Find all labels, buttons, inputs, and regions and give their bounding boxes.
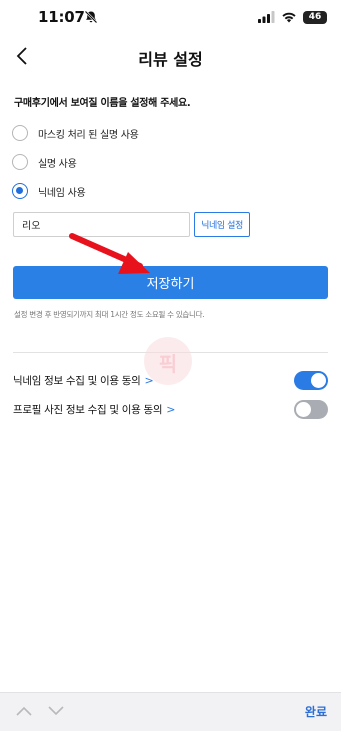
page-title: 리뷰 설정 xyxy=(138,50,203,69)
option-label: 실명 사용 xyxy=(38,158,77,170)
option-masked-real-name[interactable]: 마스킹 처리 된 실명 사용 xyxy=(12,122,139,144)
wifi-icon xyxy=(282,12,296,23)
consent-row-nickname: 닉네임 정보 수집 및 이용 동의 > xyxy=(13,369,329,391)
red-arrow-annotation xyxy=(69,233,150,274)
toggle-nickname-consent[interactable] xyxy=(294,371,328,390)
set-nickname-button[interactable]: 닉네임 설정 xyxy=(194,212,250,237)
radio-button-selected[interactable] xyxy=(12,183,28,199)
chevron-right-icon: > xyxy=(166,403,176,416)
instruction-text: 구매후기에서 보여질 이름을 설정해 주세요. xyxy=(14,98,191,109)
consent-link-nickname[interactable]: 닉네임 정보 수집 및 이용 동의 > xyxy=(13,373,154,388)
done-button[interactable]: 완료 xyxy=(305,703,327,720)
status-bar: 11:07 46 xyxy=(0,0,341,34)
option-nickname[interactable]: 닉네임 사용 xyxy=(12,180,86,202)
bell-muted-icon xyxy=(84,10,98,24)
radio-button[interactable] xyxy=(12,125,28,141)
battery-icon: 46 xyxy=(303,10,327,24)
status-time: 11:07 xyxy=(38,8,85,26)
status-icons: 46 xyxy=(258,9,327,25)
chevron-right-icon: > xyxy=(144,374,154,387)
chevron-down-icon[interactable] xyxy=(48,705,64,717)
radio-button[interactable] xyxy=(12,154,28,170)
consent-label: 닉네임 정보 수집 및 이용 동의 xyxy=(13,375,141,387)
option-real-name[interactable]: 실명 사용 xyxy=(12,151,77,173)
option-label: 닉네임 사용 xyxy=(38,187,86,199)
nav-bar: 리뷰 설정 xyxy=(0,34,341,78)
consent-row-profile-photo: 프로필 사진 정보 수집 및 이용 동의 > xyxy=(13,398,329,420)
signal-icon xyxy=(258,11,275,23)
keyboard-accessory-bar: 완료 xyxy=(0,692,341,731)
consent-link-profile-photo[interactable]: 프로필 사진 정보 수집 및 이용 동의 > xyxy=(13,402,175,417)
save-notice: 설정 변경 후 반영되기까지 최대 1시간 정도 소요될 수 있습니다. xyxy=(14,310,205,319)
chevron-up-icon[interactable] xyxy=(16,705,32,717)
option-label: 마스킹 처리 된 실명 사용 xyxy=(38,129,139,141)
toggle-profile-photo-consent[interactable] xyxy=(294,400,328,419)
consent-label: 프로필 사진 정보 수집 및 이용 동의 xyxy=(13,404,163,416)
